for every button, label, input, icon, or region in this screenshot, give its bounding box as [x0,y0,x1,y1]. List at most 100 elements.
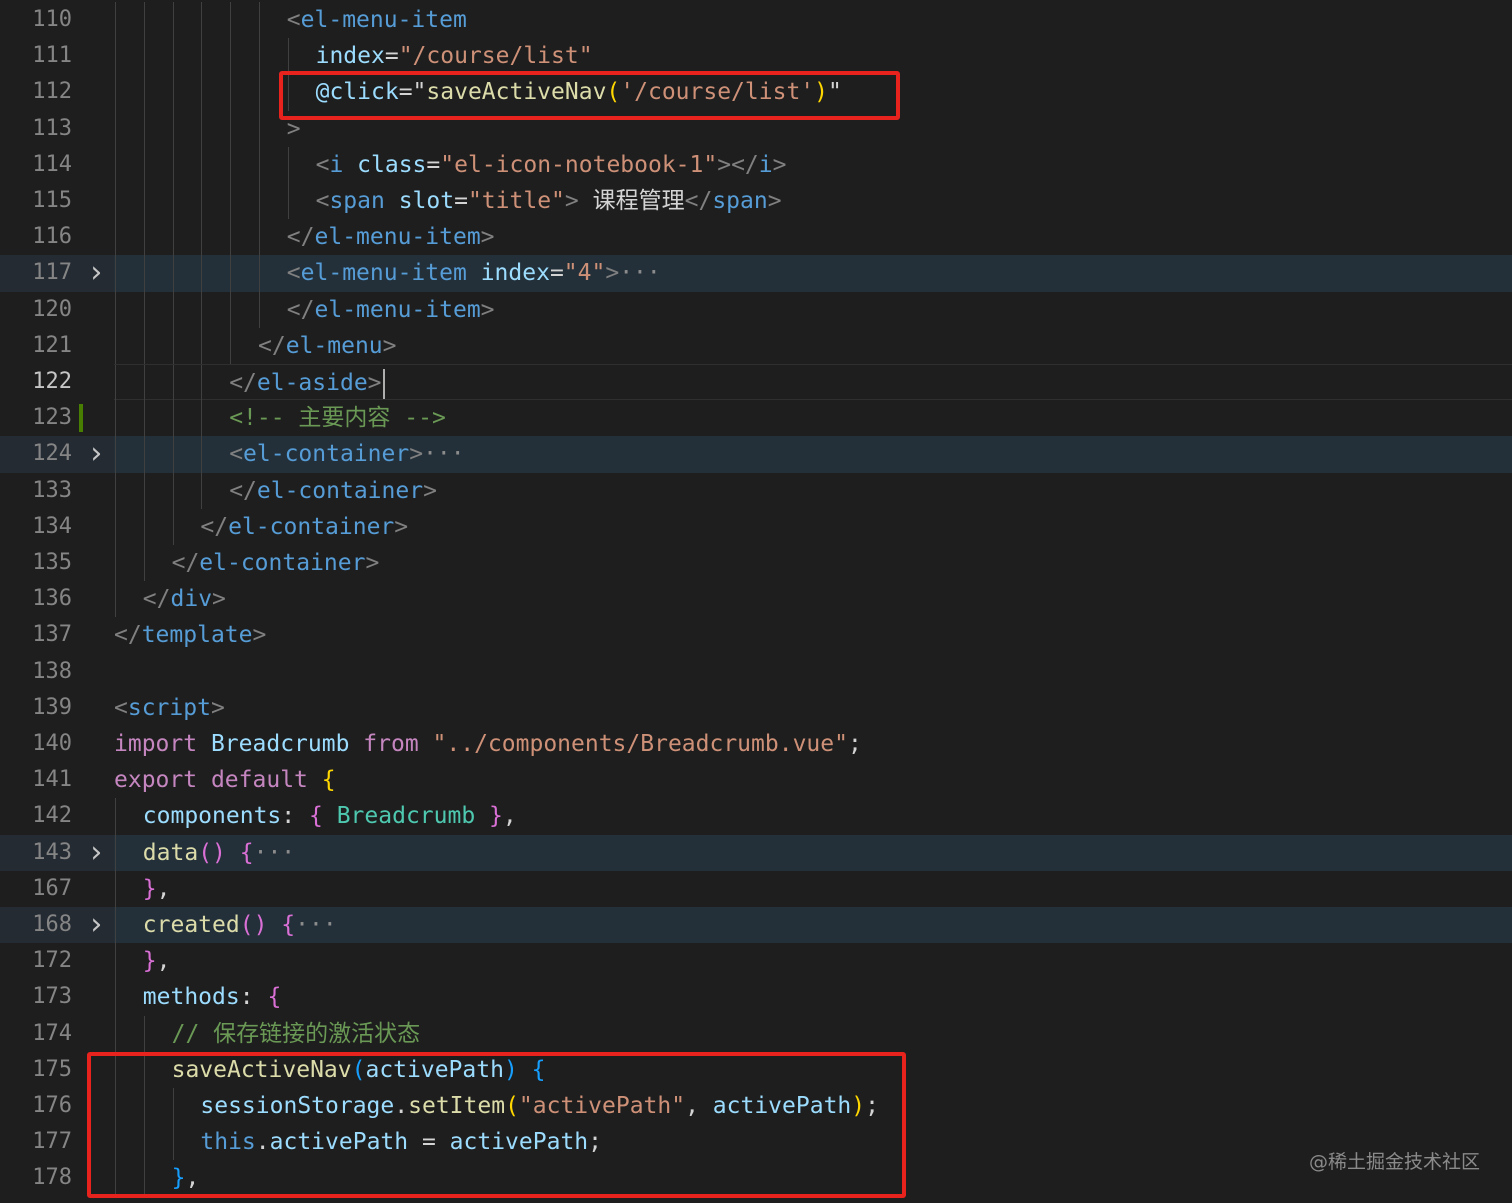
code-line[interactable]: 176 sessionStorage.setItem("activePath", … [0,1088,1512,1125]
ellipsis-icon[interactable]: ··· [423,441,465,467]
code-area[interactable]: <el-menu-item [114,2,1512,39]
code-token: "activePath" [518,1093,686,1119]
indent-guide [172,255,174,292]
code-area[interactable]: @click="saveActiveNav('/course/list')" [114,74,1512,111]
code-area[interactable]: components: { Breadcrumb }, [114,798,1512,835]
code-line[interactable]: 124 › <el-container>··· [0,436,1512,473]
code-line[interactable]: 122 </el-aside> [0,364,1512,402]
code-line[interactable]: 110 <el-menu-item [0,2,1512,39]
code-area[interactable]: </el-container> [114,545,1512,582]
code-line[interactable]: 114 <i class="el-icon-notebook-1"></i> [0,146,1512,183]
code-line[interactable]: 173 methods: { [0,979,1512,1016]
code-area[interactable]: <span slot="title"> 课程管理</span> [114,183,1512,220]
code-line[interactable]: 113 > [0,110,1512,147]
code-area[interactable]: </el-aside> [114,364,1512,402]
ellipsis-icon[interactable]: ··· [254,840,296,866]
code-area[interactable]: created() {··· [114,907,1512,944]
code-line[interactable]: 135 </el-container> [0,545,1512,582]
code-line[interactable]: 139 <script> [0,690,1512,726]
code-area[interactable]: </div> [114,581,1512,618]
code-area[interactable]: <el-menu-item index="4">··· [114,255,1512,292]
code-area[interactable]: methods: { [114,979,1512,1016]
code-line[interactable]: 123 <!-- 主要内容 --> [0,400,1512,437]
code-text: import Breadcrumb from "../components/Br… [114,726,862,762]
code-area[interactable]: <!-- 主要内容 --> [114,400,1512,437]
code-line[interactable]: 178}, [0,1160,1512,1197]
code-line[interactable]: 111 index="/course/list" [0,38,1512,75]
indent-guide [172,436,174,473]
code-line[interactable]: 168 › created() {··· [0,907,1512,944]
code-token: components [142,803,282,830]
code-line[interactable]: 174 // 保存链接的激活状态 [0,1015,1512,1052]
code-area[interactable]: this.activePath = activePath; [114,1124,1512,1161]
code-area[interactable]: saveActiveNav(activePath) { [114,1051,1512,1088]
indent-guide [172,110,174,147]
indent-guide [201,183,203,220]
code-area[interactable]: </template> [114,617,1512,653]
code-line[interactable]: 116 </el-menu-item> [0,219,1512,256]
code-area[interactable]: </el-menu-item> [114,291,1512,328]
indent-guide [143,74,145,111]
indent-guide [143,1088,145,1125]
code-line[interactable]: 133 </el-container> [0,472,1512,509]
line-number: 122 [32,369,72,394]
indent-guide [259,110,260,147]
indent-guide [115,545,116,582]
code-line[interactable]: 115 <span slot="title"> 课程管理</span> [0,183,1512,220]
code-line[interactable]: 142 components: { Breadcrumb }, [0,798,1512,835]
code-line[interactable]: 140 import Breadcrumb from "../components… [0,726,1512,762]
code-area[interactable]: export default { [114,762,1512,798]
line-number: 113 [32,115,72,141]
code-token: "title" [467,188,565,214]
code-editor[interactable]: 110 <el-menu-item 111 index="/course/list" 1… [0,0,1512,1203]
code-line[interactable]: 175 saveActiveNav(activePath) { [0,1051,1512,1088]
code-area[interactable]: </el-menu-item> [114,219,1512,256]
ellipsis-icon[interactable]: ··· [619,260,661,286]
code-area[interactable]: > [114,110,1512,147]
line-number: 167 [32,875,72,901]
chevron-right-icon[interactable]: › [86,835,106,871]
code-line[interactable]: 177 this.activePath = activePath; [0,1124,1512,1161]
code-line[interactable]: 141 export default { [0,762,1512,798]
code-area[interactable]: }, [114,943,1512,980]
code-area[interactable]: </el-container> [114,472,1512,509]
code-line[interactable]: 143 › data() {··· [0,834,1512,871]
code-token: </ [200,513,229,540]
code-area[interactable]: <i class="el-icon-notebook-1"></i> [114,146,1512,183]
code-area[interactable]: sessionStorage.setItem("activePath", act… [114,1088,1512,1125]
code-line[interactable]: 120 </el-menu-item> [0,291,1512,328]
code-line[interactable]: 167}, [0,870,1512,907]
indent-guide [115,1088,116,1125]
code-area[interactable]: </el-menu> [114,327,1512,364]
chevron-right-icon[interactable]: › [86,255,106,291]
code-token: span [712,188,768,214]
code-line[interactable]: 134 </el-container> [0,508,1512,545]
code-area[interactable]: </el-container> [114,508,1512,545]
code-area[interactable]: index="/course/list" [114,38,1512,75]
line-number: 174 [32,1020,72,1046]
code-text: </template> [114,617,266,653]
code-line[interactable]: 112 @click="saveActiveNav('/course/list')… [0,74,1512,111]
code-area[interactable]: import Breadcrumb from "../components/Br… [114,726,1512,762]
chevron-right-icon[interactable]: › [86,907,106,943]
code-area[interactable]: }, [114,870,1512,907]
code-area[interactable]: }, [114,1160,1512,1197]
chevron-right-icon[interactable]: › [86,436,106,472]
code-area[interactable]: // 保存链接的激活状态 [114,1015,1512,1052]
code-area[interactable]: <el-container>··· [114,436,1512,473]
code-area[interactable] [114,654,1512,690]
code-line[interactable]: 172}, [0,943,1512,980]
code-line[interactable]: 117 › <el-menu-item index="4">··· [0,255,1512,292]
code-token: </ [286,296,315,323]
code-area[interactable]: <script> [114,690,1512,726]
code-line[interactable]: 138 [0,654,1512,690]
code-line[interactable]: 121 </el-menu> [0,327,1512,364]
code-area[interactable]: data() {··· [114,834,1512,871]
code-line[interactable]: 136 </div> [0,581,1512,618]
ellipsis-icon[interactable]: ··· [295,912,337,938]
code-token: , [685,1093,713,1119]
code-line[interactable]: 137 </template> [0,617,1512,653]
